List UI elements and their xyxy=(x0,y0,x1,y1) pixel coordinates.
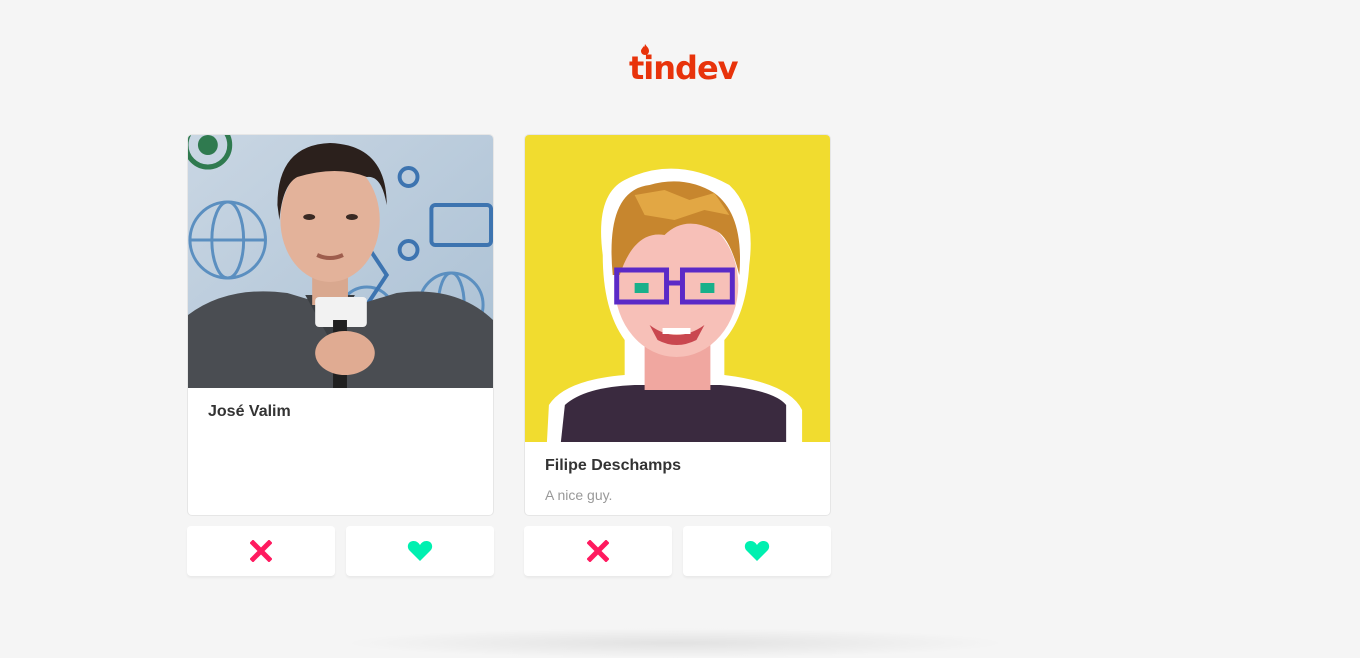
dislike-button[interactable] xyxy=(187,526,335,576)
dev-avatar-pixel-art xyxy=(525,135,830,442)
dev-card: José Valim xyxy=(187,134,494,576)
dev-card-body: Filipe Deschamps A nice guy. xyxy=(525,442,830,515)
dev-name: José Valim xyxy=(208,403,291,420)
dev-avatar-photo xyxy=(188,135,493,388)
tindev-logo: tindev xyxy=(629,44,739,84)
dev-bio: A nice guy. xyxy=(545,487,613,503)
dev-card: Filipe Deschamps A nice guy. xyxy=(524,134,831,576)
dev-card-box: José Valim xyxy=(187,134,494,516)
dislike-button[interactable] xyxy=(524,526,672,576)
dev-list: José Valim Filipe Deschamps A nice guy. xyxy=(187,134,831,576)
heart-icon xyxy=(744,540,770,561)
dev-name: Filipe Deschamps xyxy=(545,457,682,474)
like-button[interactable] xyxy=(683,526,831,576)
bottom-shadow xyxy=(340,628,1010,658)
dev-card-body: José Valim xyxy=(188,388,493,451)
heart-icon xyxy=(407,540,433,561)
close-x-icon xyxy=(250,540,272,562)
dev-actions xyxy=(187,526,494,576)
flame-icon xyxy=(641,44,649,55)
logo-text: tindev xyxy=(629,49,739,87)
close-x-icon xyxy=(587,540,609,562)
dev-card-box: Filipe Deschamps A nice guy. xyxy=(524,134,831,516)
dev-actions xyxy=(524,526,831,576)
like-button[interactable] xyxy=(346,526,494,576)
